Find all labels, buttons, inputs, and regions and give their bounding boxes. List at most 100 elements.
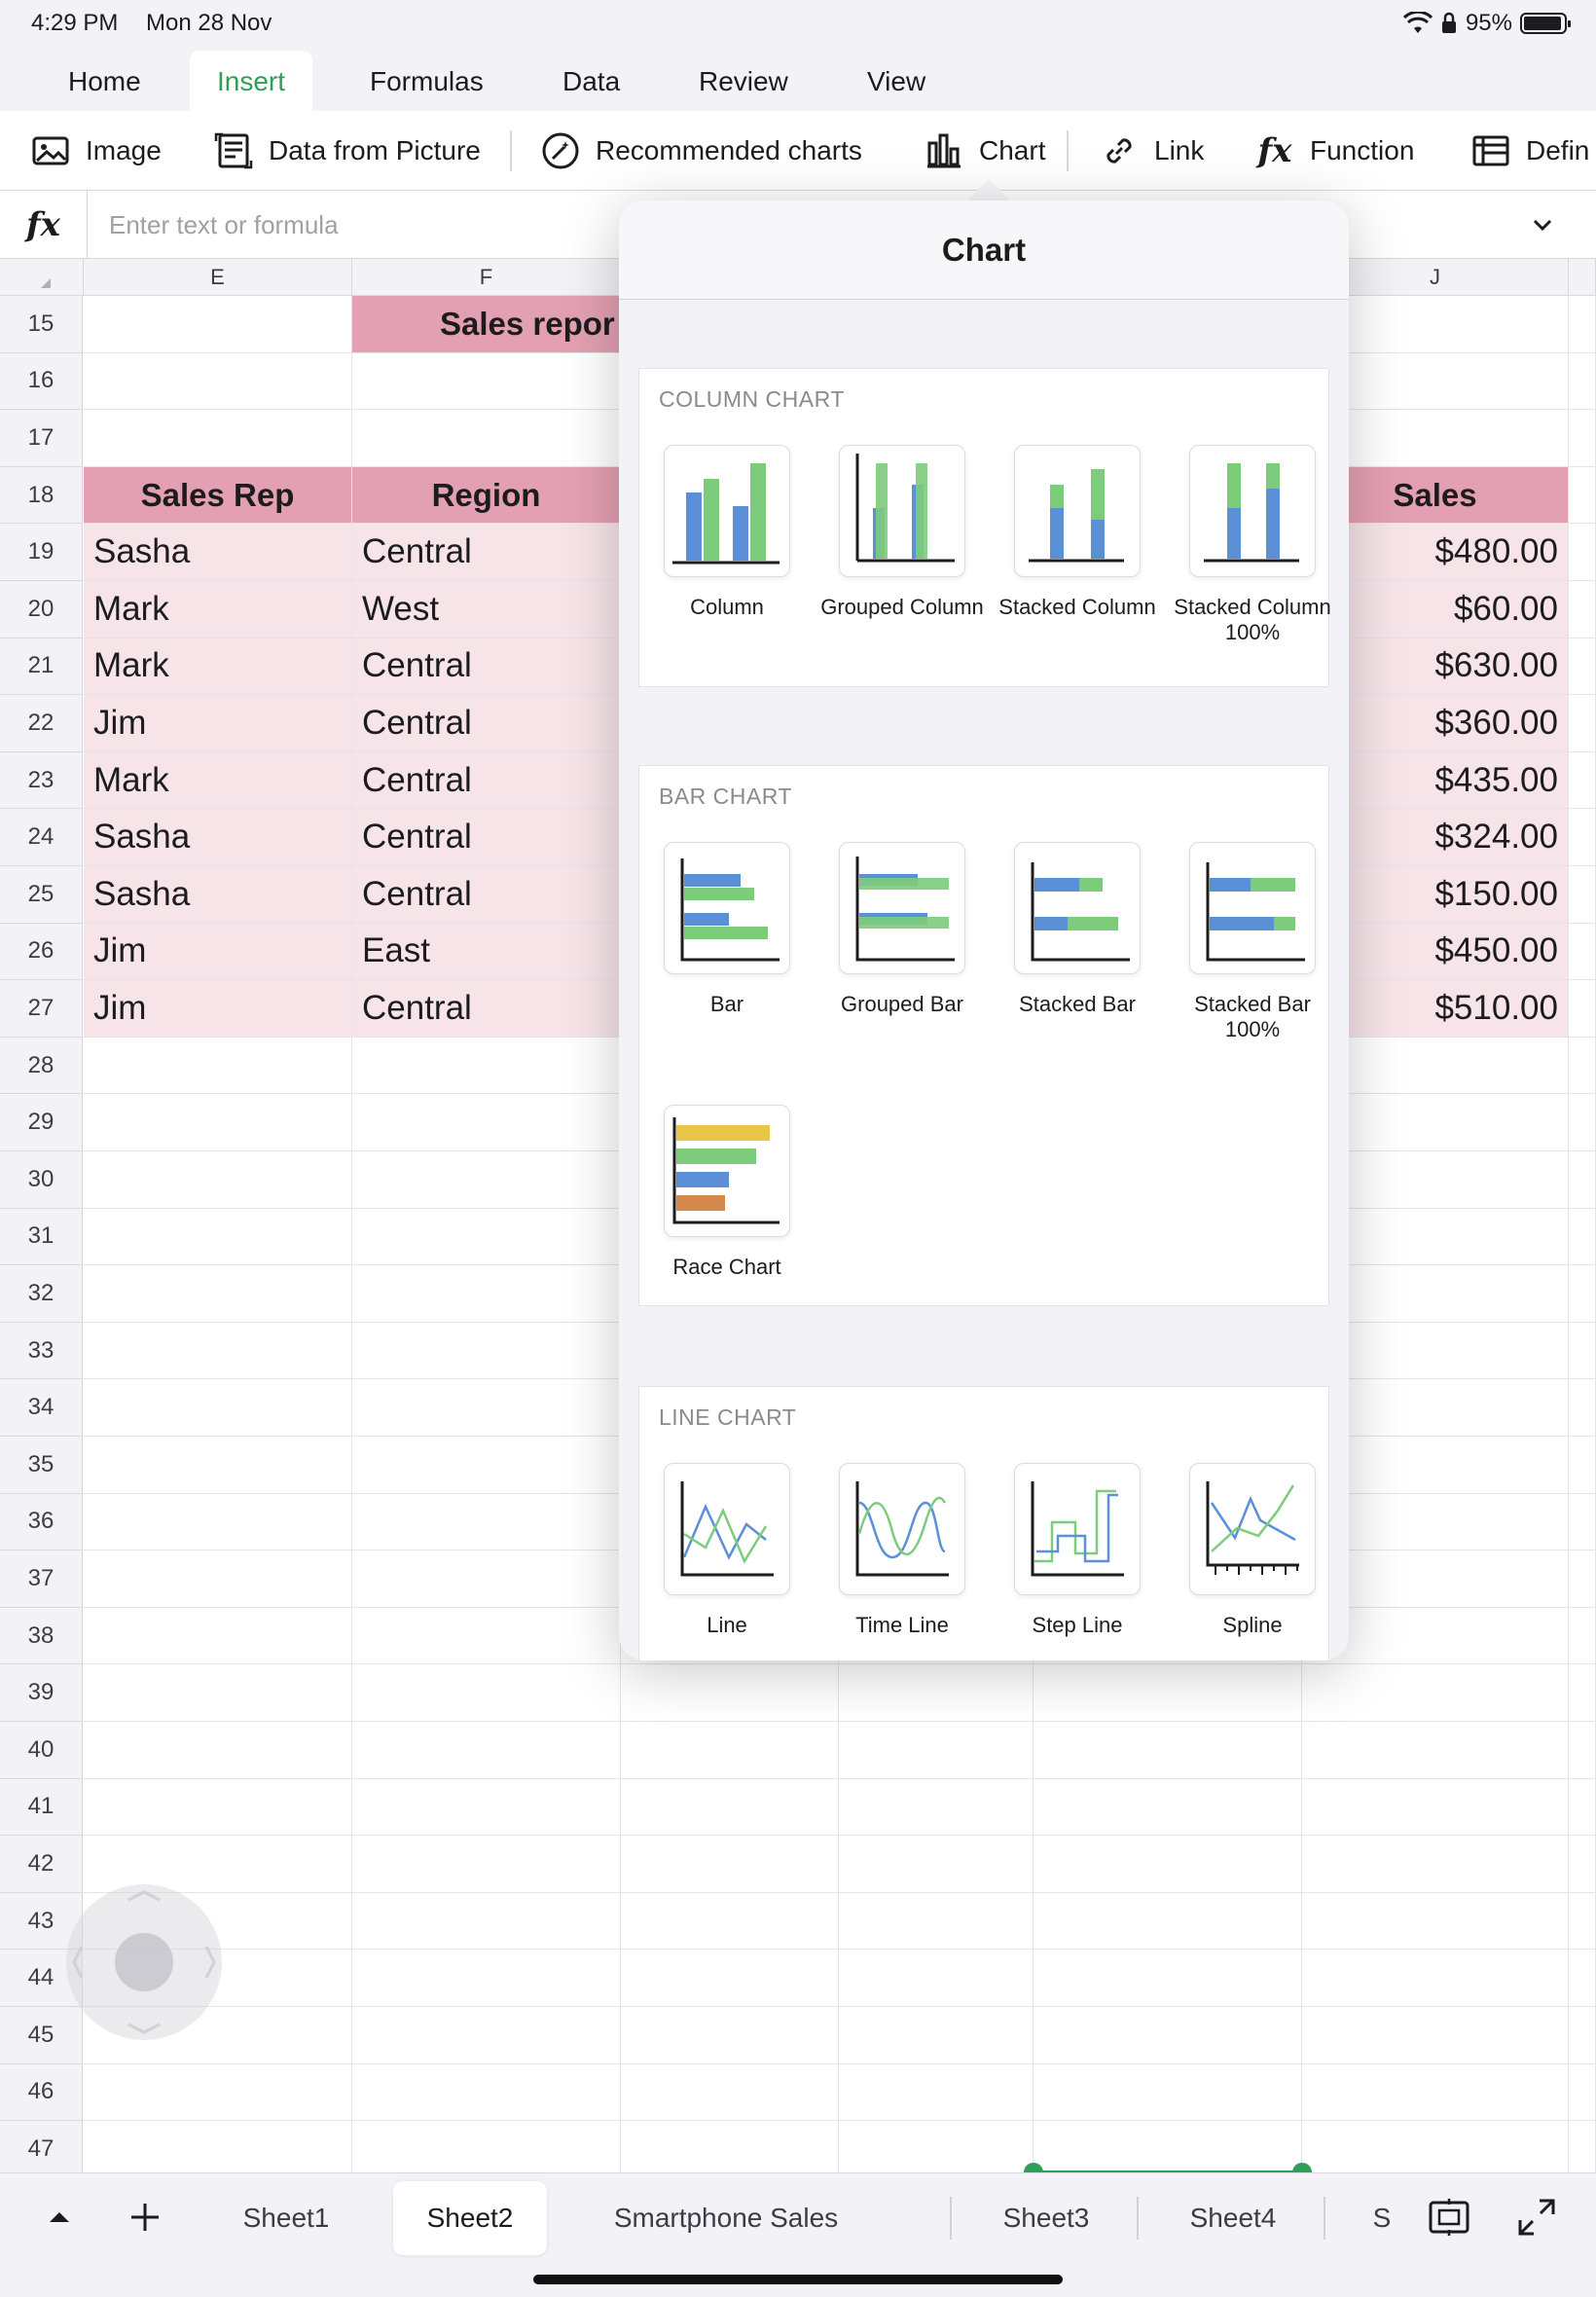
cell[interactable] xyxy=(1034,2063,1302,2122)
navigation-joystick[interactable] xyxy=(66,1884,222,2040)
cell[interactable] xyxy=(1569,1778,1596,1837)
row-header[interactable]: 34 xyxy=(0,1379,83,1437)
cell[interactable] xyxy=(352,1722,621,1779)
cell[interactable] xyxy=(1302,1722,1569,1779)
cell[interactable] xyxy=(84,2063,352,2122)
cell[interactable] xyxy=(1569,2063,1596,2122)
cell[interactable] xyxy=(1302,2063,1569,2122)
cell[interactable] xyxy=(1302,2121,1569,2172)
column-header-e[interactable]: E xyxy=(84,259,352,296)
row-header[interactable]: 32 xyxy=(0,1265,83,1323)
cell[interactable] xyxy=(84,1208,352,1266)
cell[interactable] xyxy=(1569,410,1596,467)
cell[interactable] xyxy=(352,1892,621,1951)
cell[interactable] xyxy=(621,1950,839,2007)
cell[interactable] xyxy=(1034,1722,1302,1779)
sheet-tab-sheet3[interactable]: Sheet3 xyxy=(967,2181,1125,2255)
row-header[interactable]: 25 xyxy=(0,866,83,924)
cell[interactable] xyxy=(1569,2007,1596,2064)
cell[interactable] xyxy=(352,352,621,411)
row-header[interactable]: 20 xyxy=(0,581,83,638)
cell[interactable] xyxy=(84,1037,352,1095)
table-cell[interactable]: Central xyxy=(352,638,621,696)
cell[interactable] xyxy=(352,1322,621,1380)
row-header[interactable]: 33 xyxy=(0,1322,83,1380)
cell[interactable] xyxy=(352,1037,621,1095)
chart-option-time-line[interactable]: Time Line xyxy=(815,1463,990,1638)
cell[interactable] xyxy=(352,2063,621,2122)
cell[interactable] xyxy=(1034,1778,1302,1837)
cell[interactable] xyxy=(1569,466,1596,525)
cell[interactable] xyxy=(84,1151,352,1209)
cell[interactable] xyxy=(352,2121,621,2172)
cell[interactable] xyxy=(839,2007,1034,2064)
function-button[interactable]: fx Function xyxy=(1255,111,1415,191)
table-cell[interactable]: Sasha xyxy=(84,809,352,866)
tab-formulas[interactable]: Formulas xyxy=(343,51,511,111)
column-header-k[interactable] xyxy=(1569,259,1596,296)
cell[interactable] xyxy=(839,2121,1034,2172)
cell[interactable] xyxy=(1569,1322,1596,1380)
cell[interactable] xyxy=(1569,1265,1596,1323)
chart-option-step-line[interactable]: Step Line xyxy=(990,1463,1165,1638)
table-cell[interactable]: East xyxy=(352,923,621,981)
cell[interactable] xyxy=(621,1722,839,1779)
row-header[interactable]: 26 xyxy=(0,923,83,981)
formula-input[interactable]: Enter text or formula xyxy=(109,210,339,240)
cell[interactable] xyxy=(839,1950,1034,2007)
caret-up-icon[interactable] xyxy=(43,2201,76,2234)
cell[interactable] xyxy=(84,1379,352,1437)
cell[interactable] xyxy=(352,1607,621,1665)
cell[interactable] xyxy=(1569,695,1596,752)
link-button[interactable]: Link xyxy=(1100,111,1204,191)
table-cell[interactable]: Central xyxy=(352,980,621,1038)
cell[interactable] xyxy=(1569,1151,1596,1209)
cell[interactable] xyxy=(352,1778,621,1837)
cell[interactable] xyxy=(1569,1493,1596,1551)
cell[interactable] xyxy=(621,1836,839,1893)
column-header-f[interactable]: F xyxy=(352,259,621,296)
cell[interactable] xyxy=(1569,1550,1596,1608)
table-cell[interactable]: Mark xyxy=(84,638,352,696)
cell[interactable] xyxy=(1569,1607,1596,1665)
table-cell[interactable]: Central xyxy=(352,524,621,581)
tab-insert[interactable]: Insert xyxy=(190,51,313,111)
cell[interactable] xyxy=(84,1778,352,1837)
table-cell[interactable]: Mark xyxy=(84,751,352,810)
cell[interactable] xyxy=(84,1550,352,1608)
cell[interactable] xyxy=(1034,1950,1302,2007)
table-cell[interactable]: Central xyxy=(352,751,621,810)
cell[interactable] xyxy=(84,1437,352,1494)
cell[interactable] xyxy=(621,1778,839,1837)
row-header[interactable]: 36 xyxy=(0,1493,83,1551)
fx-icon[interactable]: fx xyxy=(0,191,88,259)
row-header[interactable]: 18 xyxy=(0,466,83,525)
row-header[interactable]: 16 xyxy=(0,352,83,411)
table-cell[interactable]: Sasha xyxy=(84,866,352,924)
chart-option-grouped-column[interactable]: Grouped Column xyxy=(815,445,990,620)
cell[interactable] xyxy=(1302,1778,1569,1837)
table-header-cell[interactable]: Sales Rep xyxy=(84,466,352,525)
cell[interactable] xyxy=(1302,2007,1569,2064)
add-sheet-icon[interactable] xyxy=(127,2199,163,2236)
cell[interactable] xyxy=(1302,1836,1569,1893)
cell[interactable] xyxy=(352,1151,621,1209)
cell[interactable] xyxy=(84,2121,352,2172)
row-header[interactable]: 22 xyxy=(0,695,83,752)
cell[interactable] xyxy=(839,1722,1034,1779)
expand-icon[interactable] xyxy=(1514,2195,1559,2240)
cell[interactable] xyxy=(1569,352,1596,411)
cell[interactable] xyxy=(1569,866,1596,924)
cell[interactable] xyxy=(1302,1950,1569,2007)
row-header[interactable]: 28 xyxy=(0,1037,83,1095)
chart-option-stacked-column-100[interactable]: Stacked Column 100% xyxy=(1165,445,1340,645)
sheet-tab-sheet4[interactable]: Sheet4 xyxy=(1154,2181,1312,2255)
tab-home[interactable]: Home xyxy=(41,51,168,111)
cell[interactable] xyxy=(839,1778,1034,1837)
cell[interactable] xyxy=(1569,1892,1596,1951)
sheet-tab-sheet2[interactable]: Sheet2 xyxy=(393,2181,547,2255)
cell[interactable] xyxy=(352,1950,621,2007)
chart-option-stacked-column[interactable]: Stacked Column xyxy=(990,445,1165,620)
table-cell[interactable]: Central xyxy=(352,695,621,752)
row-header[interactable]: 38 xyxy=(0,1607,83,1665)
